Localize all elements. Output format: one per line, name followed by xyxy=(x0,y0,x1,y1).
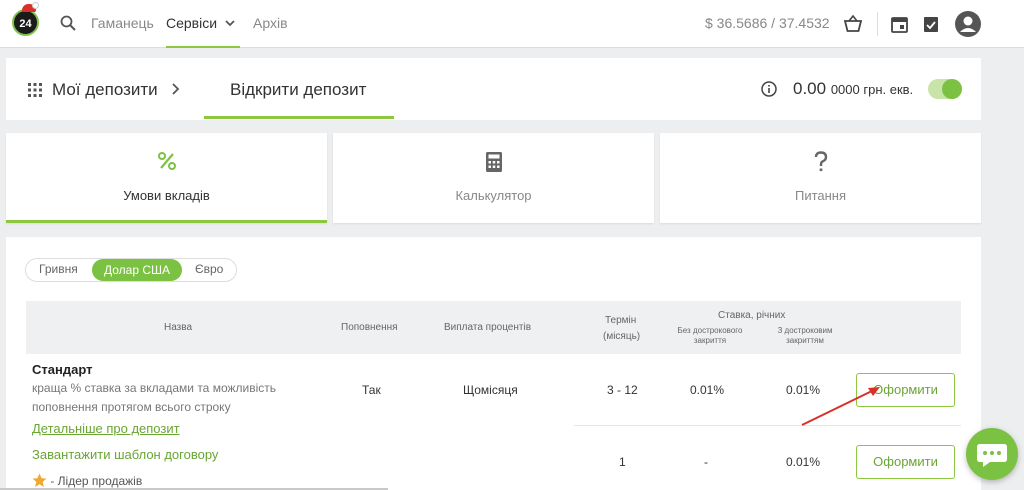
balance: 0.00 0000 грн. екв. xyxy=(793,79,913,99)
star-icon xyxy=(32,473,47,487)
col-rate-early-line2: закриттям xyxy=(786,336,824,345)
table-header: Назва Поповнення Виплата процентів Термі… xyxy=(26,301,961,354)
deposits-header: Мої депозити Відкрити депозит 0.00 0000 … xyxy=(6,58,981,120)
row-divider xyxy=(574,425,961,426)
currency-tab-eur[interactable]: Євро xyxy=(195,262,223,276)
row2-rate-no-early: - xyxy=(704,455,708,469)
annotation-arrow xyxy=(801,387,880,426)
basket-icon[interactable] xyxy=(843,15,863,33)
nav-services[interactable]: Сервіси xyxy=(166,15,217,31)
row1-payout: Щомісяця xyxy=(463,383,518,397)
toggle-knob xyxy=(942,79,962,99)
santa-hat-icon xyxy=(22,2,39,12)
nav-active-indicator xyxy=(166,46,240,48)
col-rate-early: З достроковим закриттям xyxy=(770,326,840,346)
col-payout: Виплата процентів xyxy=(444,322,532,333)
tab-open-deposit[interactable]: Відкрити депозит xyxy=(230,80,366,100)
deposit-terms-panel: Гривня Долар США Євро Назва Поповнення В… xyxy=(6,237,981,490)
balance-rest: 0000 грн. екв. xyxy=(830,82,914,97)
col-rate-no-early-line1: Без дострокового xyxy=(677,326,743,335)
apply-button[interactable]: Оформити xyxy=(856,445,955,479)
tab-active-indicator xyxy=(204,116,394,119)
top-navigation: 24 Гаманець Сервіси Архів $ 36.5686 / 37… xyxy=(0,0,1024,48)
card-questions[interactable]: Питання xyxy=(660,133,981,223)
col-term: Термін xyxy=(605,315,637,326)
percent-icon xyxy=(6,151,327,176)
row1-topup: Так xyxy=(362,383,381,397)
card-calculator[interactable]: Калькулятор xyxy=(333,133,654,223)
clipboard-icon[interactable] xyxy=(923,15,939,33)
deposit-details-link[interactable]: Детальніше про депозит xyxy=(32,421,180,436)
calendar-icon[interactable] xyxy=(891,15,908,33)
avatar-icon[interactable] xyxy=(955,11,981,37)
divider xyxy=(877,12,878,36)
card-label: Калькулятор xyxy=(455,188,532,203)
nav-wallet[interactable]: Гаманець xyxy=(91,15,154,31)
chat-button[interactable] xyxy=(966,428,1018,480)
nav-archive[interactable]: Архів xyxy=(253,15,288,31)
chevron-down-icon[interactable] xyxy=(224,17,236,29)
chat-icon xyxy=(977,444,1007,467)
grid-menu-icon[interactable] xyxy=(28,83,42,97)
bestseller-label: - Лідер продажів xyxy=(50,474,143,488)
deposit-name: Стандарт xyxy=(32,362,93,377)
col-rate-early-line1: З достроковим xyxy=(777,326,833,335)
calculator-icon xyxy=(333,151,654,178)
col-rate-no-early-line2: закриття xyxy=(693,336,727,345)
row2-rate-early: 0.01% xyxy=(786,455,821,469)
card-deposit-terms[interactable]: Умови вкладів xyxy=(6,133,327,223)
info-icon[interactable] xyxy=(761,81,777,97)
currency-tab-uah[interactable]: Гривня xyxy=(39,262,78,276)
bestseller-note: - Лідер продажів xyxy=(32,473,142,488)
search-icon[interactable] xyxy=(60,15,76,31)
exchange-rate: $ 36.5686 / 37.4532 xyxy=(705,15,830,31)
deposit-description: краща % ставка за вкладами та можливість… xyxy=(32,381,277,414)
question-icon xyxy=(660,151,981,178)
privat24-logo[interactable]: 24 xyxy=(12,9,39,36)
row1-term: 3 - 12 xyxy=(607,383,638,397)
col-rate: Ставка, річних xyxy=(718,310,786,321)
card-label: Умови вкладів xyxy=(123,188,210,203)
currency-tab-usd[interactable]: Долар США xyxy=(92,259,183,281)
download-template-link[interactable]: Завантажити шаблон договору xyxy=(32,447,218,462)
col-name: Назва xyxy=(164,322,193,333)
my-deposits-link[interactable]: Мої депозити xyxy=(52,80,158,100)
row1-rate-no-early: 0.01% xyxy=(690,383,725,397)
balance-toggle[interactable] xyxy=(928,79,962,99)
col-term-unit: (місяць) xyxy=(603,331,641,342)
row2-term: 1 xyxy=(619,455,626,469)
col-topup: Поповнення xyxy=(341,322,398,333)
col-rate-no-early: Без дострокового закриття xyxy=(675,326,745,346)
card-label: Питання xyxy=(794,188,847,203)
chevron-right-icon xyxy=(170,83,180,95)
currency-switcher: Гривня Долар США Євро xyxy=(25,258,237,282)
balance-main: 0.00 xyxy=(793,79,827,98)
